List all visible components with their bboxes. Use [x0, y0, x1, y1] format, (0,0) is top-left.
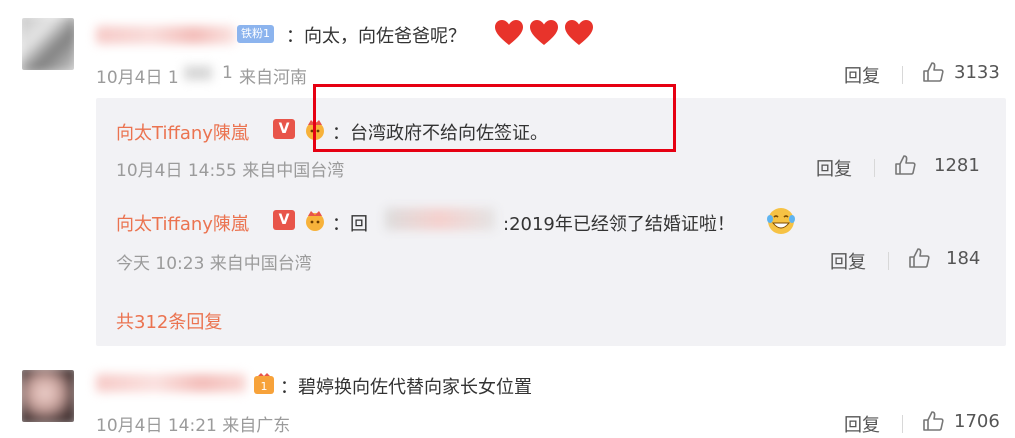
reply-text-prefix: ：回 [332, 214, 368, 235]
divider [874, 159, 875, 177]
like-count: 1281 [934, 155, 980, 176]
divider [902, 66, 903, 84]
verified-v-icon: V [273, 119, 295, 139]
reply-text: :2019年已经领了结婚证啦！ [503, 214, 735, 235]
username-redacted[interactable] [96, 374, 246, 392]
more-replies-link[interactable]: 共312条回复 [116, 308, 222, 334]
comment-time-suffix: 1 [222, 63, 233, 83]
reply-meta: 10月4日 14:55 来自中国台湾 [116, 161, 345, 181]
thumbs-up-icon[interactable] [922, 61, 944, 83]
comment-source: 来自河南 [239, 68, 307, 88]
comment-date: 10月4日 14:21 来自广东 [96, 416, 291, 436]
heart-icon [530, 20, 559, 45]
avatar[interactable] [22, 370, 74, 422]
emoji-group [494, 19, 594, 47]
heart-icon [495, 20, 523, 45]
thumbs-up-icon[interactable] [894, 154, 916, 176]
like-count: 184 [946, 248, 981, 269]
username-redacted[interactable] [96, 26, 236, 44]
reply-author[interactable]: 向太Tiffany陳嵐 [116, 210, 249, 236]
laughing-crying-emoji-icon [767, 208, 795, 234]
reply-button[interactable]: 回复 [844, 411, 880, 437]
time-redacted [184, 66, 212, 80]
highlight-box [313, 84, 676, 152]
reply-button[interactable]: 回复 [816, 155, 852, 181]
fan-crown-icon [306, 211, 324, 231]
heart-icon [565, 20, 594, 45]
like-count: 3133 [954, 62, 1000, 83]
reply-meta: 今天 10:23 来自中国台湾 [116, 254, 312, 274]
verified-v-icon: V [273, 210, 295, 230]
reply-author[interactable]: 向太Tiffany陳嵐 [116, 119, 249, 145]
mention-redacted [385, 208, 495, 230]
thumbs-up-icon[interactable] [922, 410, 944, 432]
fan-level-badge: 铁粉1 [237, 25, 274, 43]
divider [888, 252, 889, 270]
divider [902, 415, 903, 433]
svg-text:1: 1 [261, 380, 268, 393]
reply-button[interactable]: 回复 [844, 62, 880, 88]
thumbs-up-icon[interactable] [908, 247, 930, 269]
comment-text: ：碧婷换向佐代替向家长女位置 [280, 377, 532, 398]
avatar[interactable] [22, 18, 74, 70]
fan-badge-icon: 1 [254, 373, 274, 394]
reply-button[interactable]: 回复 [830, 248, 866, 274]
like-count: 1706 [954, 411, 1000, 432]
comment-date: 10月4日 1 [96, 68, 179, 88]
comment-text: ：向太，向佐爸爸呢？ [286, 26, 466, 47]
